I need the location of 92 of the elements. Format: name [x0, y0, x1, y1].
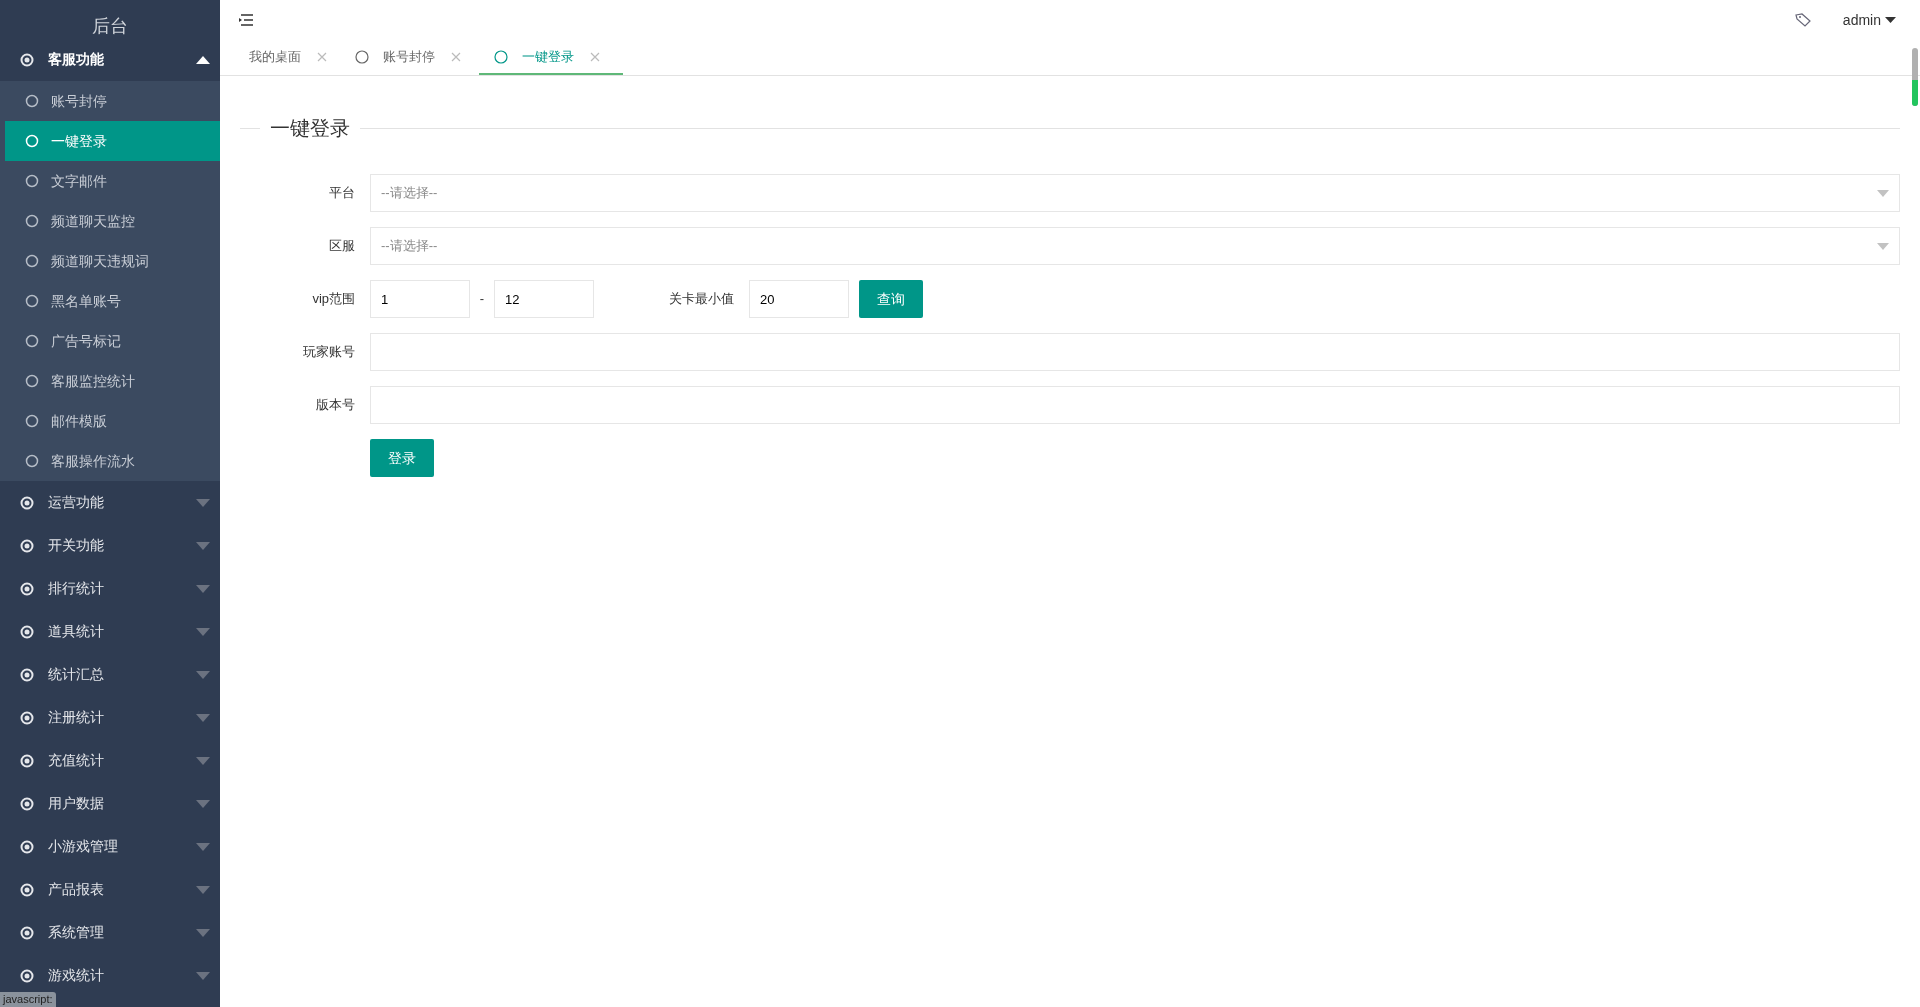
radio-dot-icon [20, 796, 34, 811]
submenu-item[interactable]: 黑名单账号 [5, 281, 220, 321]
radio-dot-icon [20, 495, 34, 510]
radio-dot-icon [20, 581, 34, 596]
menu-group[interactable]: 系统管理 [0, 911, 220, 954]
menu-group-label: 小游戏管理 [48, 837, 119, 856]
tab[interactable]: 一键登录 [479, 40, 623, 75]
menu-group-label: 系统管理 [48, 923, 105, 942]
menu-group[interactable]: 充值统计 [0, 739, 220, 782]
circle-icon [25, 334, 39, 348]
menu-group[interactable]: 运营功能 [0, 481, 220, 524]
field-label: 关卡最小值 [668, 290, 734, 309]
menu-group[interactable]: 客服功能 [0, 38, 220, 81]
menu-group-label: 游戏统计 [48, 966, 105, 985]
menu-group-label: 产品报表 [48, 880, 105, 899]
circle-icon [25, 134, 39, 148]
radio-dot-icon [20, 710, 34, 725]
menu-group[interactable]: 产品报表 [0, 868, 220, 911]
circle-icon [25, 174, 39, 188]
radio-dot-icon [20, 52, 34, 67]
submenu-item[interactable]: 频道聊天违规词 [5, 241, 220, 281]
sidebar-title: 后台 [91, 15, 129, 38]
caret-down-icon [1877, 242, 1889, 250]
menu-icon[interactable] [238, 13, 254, 27]
select-field[interactable]: --请选择-- [370, 227, 1900, 265]
tab[interactable]: 我的桌面 [235, 40, 345, 75]
submenu-item[interactable]: 客服监控统计 [5, 361, 220, 401]
status-tooltip: javascript: [0, 992, 56, 1007]
menu-group[interactable]: 排行统计 [0, 567, 220, 610]
circle-icon [25, 454, 39, 468]
radio-dot-icon [20, 538, 34, 553]
close-icon[interactable] [451, 51, 461, 62]
submenu-item[interactable]: 频道聊天监控 [5, 201, 220, 241]
radio-dot-icon [20, 667, 34, 682]
section-legend: 一键登录 [260, 113, 360, 143]
login-button[interactable]: 登录 [370, 439, 434, 477]
submenu-item[interactable]: 客服操作流水 [5, 441, 220, 481]
submenu-item[interactable]: 文字邮件 [5, 161, 220, 201]
caret-down-icon [1877, 189, 1889, 197]
menu-group-label: 充值统计 [48, 751, 105, 770]
radio-dot-icon [20, 753, 34, 768]
circle-icon [494, 49, 508, 64]
scroll-indicator [1912, 48, 1918, 106]
field-label: 玩家账号 [302, 343, 355, 362]
level-min-field[interactable]: 20 [749, 280, 849, 318]
menu-group-label: 开关功能 [48, 536, 105, 555]
select-field[interactable]: --请选择-- [370, 174, 1900, 212]
circle-icon [25, 374, 39, 388]
caret-down-icon [1885, 17, 1896, 23]
menu-group-label: 用户数据 [48, 794, 105, 813]
menu-group[interactable]: 注册统计 [0, 696, 220, 739]
close-icon[interactable] [317, 51, 327, 62]
menu-group-label: 道具统计 [48, 622, 105, 641]
menu-group[interactable]: 小游戏管理 [0, 825, 220, 868]
circle-icon [25, 214, 39, 228]
menu-group-label: 排行统计 [48, 579, 105, 598]
circle-icon [25, 254, 39, 268]
submenu-item[interactable]: 邮件模版 [5, 401, 220, 441]
radio-dot-icon [20, 925, 34, 940]
version-field[interactable] [370, 386, 1900, 424]
user-menu[interactable]: admin [1842, 9, 1896, 31]
radio-dot-icon [20, 624, 34, 639]
menu-group[interactable]: 用户数据 [0, 782, 220, 825]
menu-group[interactable]: 道具统计 [0, 610, 220, 653]
tab[interactable]: 账号封停 [345, 40, 479, 75]
menu-group[interactable]: 开关功能 [0, 524, 220, 567]
query-button[interactable]: 查询 [859, 280, 923, 318]
vip-from-field[interactable]: 1 [370, 280, 470, 318]
submenu-item[interactable]: 一键登录 [5, 121, 220, 161]
tag-icon[interactable] [1794, 13, 1811, 27]
menu-group[interactable]: 统计汇总 [0, 653, 220, 696]
circle-icon [25, 414, 39, 428]
menu-group-label: 统计汇总 [48, 665, 105, 684]
field-label: 版本号 [315, 396, 355, 415]
vip-to-field[interactable]: 12 [494, 280, 594, 318]
radio-dot-icon [20, 882, 34, 897]
submenu-item[interactable]: 广告号标记 [5, 321, 220, 361]
account-field[interactable] [370, 333, 1900, 371]
radio-dot-icon [20, 968, 34, 983]
close-icon[interactable] [590, 51, 600, 62]
circle-icon [25, 94, 39, 108]
circle-icon [25, 294, 39, 308]
radio-dot-icon [20, 839, 34, 854]
submenu-item[interactable]: 账号封停 [5, 81, 220, 121]
menu-group-label: 注册统计 [48, 708, 105, 727]
circle-icon [355, 49, 369, 64]
menu-group-label: 客服功能 [48, 50, 105, 69]
field-label: 平台 [328, 184, 355, 203]
field-label: vip范围 [311, 290, 355, 309]
range-separator: - [478, 290, 486, 309]
field-label: 区服 [328, 237, 355, 256]
menu-group-label: 运营功能 [48, 493, 105, 512]
